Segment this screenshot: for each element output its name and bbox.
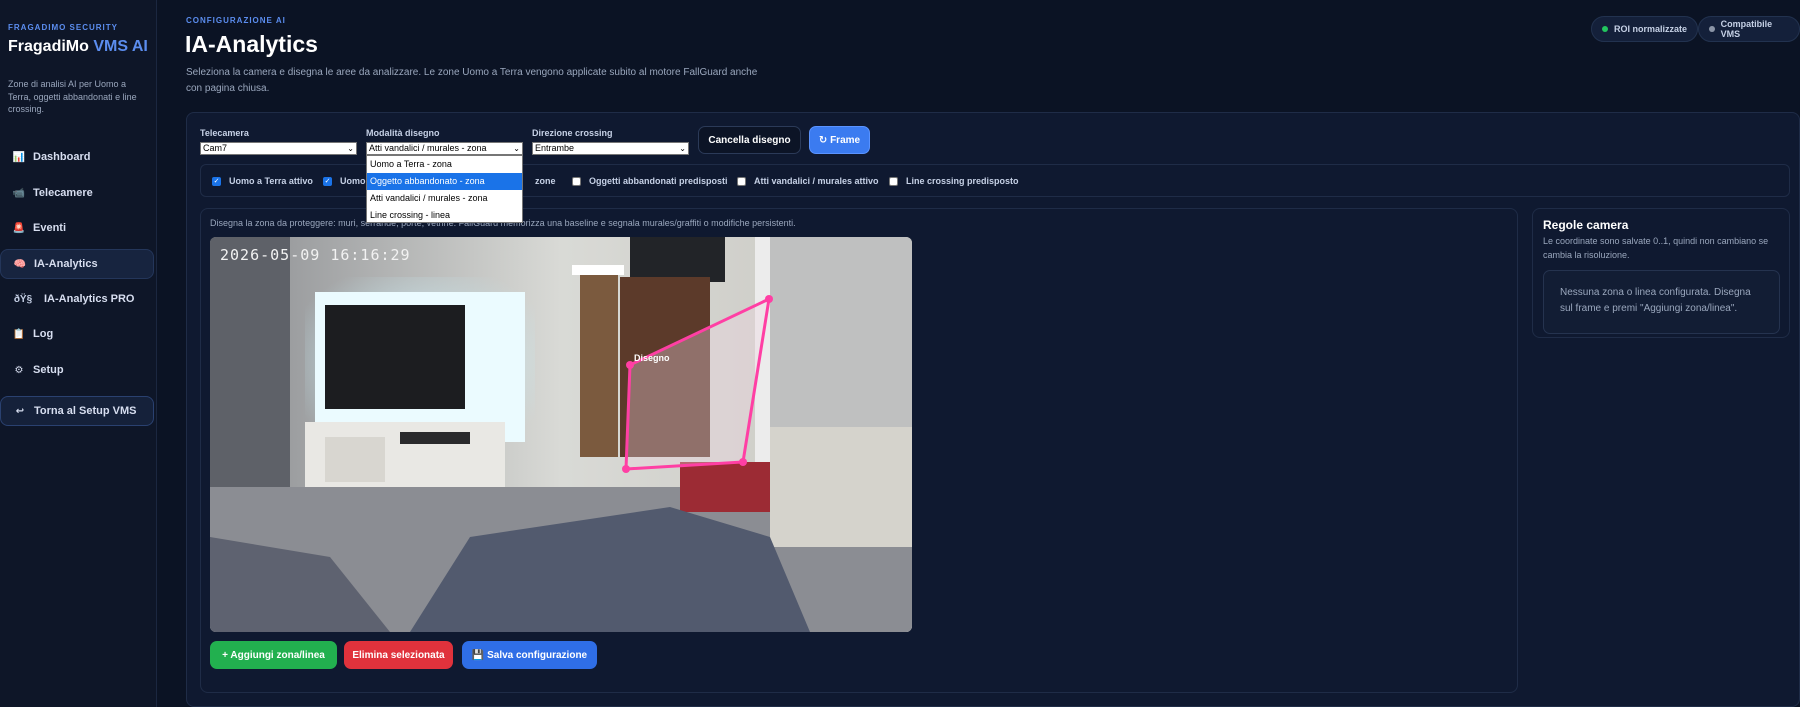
back-label: Torna al Setup VMS — [34, 405, 137, 417]
direction-label: Direzione crossing — [532, 128, 613, 138]
dropdown-option[interactable]: Uomo a Terra - zona — [367, 156, 522, 173]
check-label: Atti vandalici / murales attivo — [754, 176, 879, 186]
chevron-down-icon: ⌄ — [347, 144, 354, 153]
brand-title-accent: VMS AI — [93, 38, 148, 55]
return-arrow-icon: ↩ — [15, 405, 25, 417]
sidebar-item-label: Telecamere — [33, 187, 93, 199]
sidebar-item-dashboard[interactable]: 📊 Dashboard — [0, 142, 154, 172]
broken-glyph-icon: ðŸ§ — [13, 293, 33, 305]
save-config-button[interactable]: 💾 Salva configurazione — [462, 641, 597, 669]
mode-label: Modalità disegno — [366, 128, 440, 138]
check-atti-vandalici[interactable]: Atti vandalici / murales attivo — [737, 176, 879, 186]
brand-title-main: FragadiMo — [8, 38, 89, 55]
camera-icon: 📹 — [12, 187, 26, 199]
check-zone[interactable]: zone — [535, 176, 556, 186]
dropdown-option[interactable]: Atti vandalici / murales - zona — [367, 190, 522, 207]
rules-title: Regole camera — [1543, 218, 1629, 232]
sidebar-item-label: Eventi — [33, 222, 67, 234]
checkbox-icon[interactable] — [572, 176, 581, 186]
camera-frame-canvas[interactable]: 2026-05-09 16:16:29 Disegno — [210, 237, 912, 632]
sidebar-item-telecamere[interactable]: 📹 Telecamere — [0, 178, 154, 208]
sidebar-item-label: Dashboard — [33, 151, 91, 163]
refresh-frame-button[interactable]: ↻ Frame — [809, 126, 870, 154]
sidebar-item-eventi[interactable]: 🚨 Eventi — [0, 213, 154, 243]
frame-timestamp: 2026-05-09 16:16:29 — [220, 246, 411, 264]
badge-label: ROI normalizzate — [1614, 24, 1688, 34]
dropdown-option-selected[interactable]: Oggetto abbandonato - zona — [367, 173, 522, 190]
check-label: zone — [535, 176, 556, 186]
status-badge-roi: ROI normalizzate — [1591, 16, 1699, 42]
clipboard-icon: 📋 — [12, 328, 26, 340]
chevron-down-icon: ⌄ — [513, 144, 520, 153]
clear-drawing-button[interactable]: Cancella disegno — [698, 126, 801, 154]
chevron-down-icon: ⌄ — [679, 144, 686, 153]
page-description: Seleziona la camera e disegna le aree da… — [186, 67, 758, 94]
sidebar-item-label: IA-Analytics — [34, 258, 98, 270]
camera-frame-image — [210, 237, 912, 632]
camera-label: Telecamera — [200, 128, 249, 138]
polygon-vertex[interactable] — [739, 458, 747, 466]
add-zone-button[interactable]: + Aggiungi zona/linea — [210, 641, 337, 669]
badge-label: Compatibile VMS — [1720, 19, 1773, 39]
direction-select-value: Entrambe — [535, 143, 575, 153]
brand-description: Zone di analisi AI per Uomo a Terra, ogg… — [8, 79, 137, 114]
checkbox-checked-icon[interactable]: ✓ — [212, 176, 221, 186]
check-line-crossing[interactable]: Line crossing predisposto — [889, 176, 1019, 186]
polygon-vertex[interactable] — [765, 295, 773, 303]
checkbox-icon[interactable] — [889, 176, 898, 186]
camera-select-value: Cam7 — [203, 143, 228, 153]
status-dot-icon — [1602, 26, 1608, 32]
status-badge-vms: Compatibile VMS — [1698, 16, 1800, 42]
page-title: IA-Analytics — [185, 31, 318, 57]
check-label: Uomo a Terra attivo — [229, 176, 313, 186]
sidebar-item-label: Setup — [33, 364, 64, 376]
sidebar-item-label: IA-Analytics PRO — [44, 293, 135, 305]
page-kicker: CONFIGURAZIONE AI — [186, 16, 286, 25]
check-label: Oggetti abbandonati predisposti — [589, 176, 728, 186]
check-label: Line crossing predisposto — [906, 176, 1019, 186]
rules-description: Le coordinate sono salvate 0..1, quindi … — [1543, 236, 1769, 260]
sidebar: FRAGADIMO SECURITY FragadiMo VMS AI Zone… — [0, 0, 157, 707]
polygon-vertex[interactable] — [626, 361, 634, 369]
rules-empty-state: Nessuna zona o linea configurata. Disegn… — [1543, 270, 1780, 334]
sidebar-item-label: Log — [33, 328, 54, 340]
dashboard-icon: 📊 — [12, 151, 26, 163]
polygon-vertex[interactable] — [622, 465, 630, 473]
brand-kicker: FRAGADIMO SECURITY — [8, 23, 118, 32]
check-uomo-terra[interactable]: ✓ Uomo a Terra attivo — [212, 176, 313, 186]
checkbox-checked-icon[interactable]: ✓ — [323, 176, 332, 186]
brain-icon: 🧠 — [13, 258, 27, 270]
sidebar-item-setup[interactable]: ⚙ Setup — [0, 355, 154, 385]
sidebar-item-ia-analytics[interactable]: 🧠 IA-Analytics — [0, 249, 154, 279]
direction-select[interactable]: Entrambe ⌄ — [532, 142, 689, 155]
status-dot-icon — [1709, 26, 1715, 32]
mode-select-value: Atti vandalici / murales - zona — [369, 143, 487, 153]
brand-title: FragadiMo VMS AI — [8, 38, 148, 55]
dropdown-option[interactable]: Line crossing - linea — [367, 207, 522, 224]
check-label: Uomo — [340, 176, 366, 186]
checkbox-icon[interactable] — [737, 176, 746, 186]
gear-icon: ⚙ — [14, 364, 24, 376]
check-oggetti-abbandonati[interactable]: Oggetti abbandonati predisposti — [572, 176, 728, 186]
sidebar-item-log[interactable]: 📋 Log — [0, 319, 154, 349]
mode-dropdown-list[interactable]: Uomo a Terra - zona Oggetto abbandonato … — [366, 155, 523, 223]
back-to-setup-button[interactable]: ↩ Torna al Setup VMS — [0, 396, 154, 426]
mode-select[interactable]: Atti vandalici / murales - zona ⌄ — [366, 142, 523, 155]
sidebar-item-ia-analytics-pro[interactable]: ðŸ§ IA-Analytics PRO — [0, 284, 154, 314]
polygon-label: Disegno — [634, 353, 670, 363]
check-uomo[interactable]: ✓ Uomo — [323, 176, 366, 186]
camera-select[interactable]: Cam7 ⌄ — [200, 142, 357, 155]
alarm-icon: 🚨 — [12, 222, 26, 234]
delete-selected-button[interactable]: Elimina selezionata — [344, 641, 453, 669]
